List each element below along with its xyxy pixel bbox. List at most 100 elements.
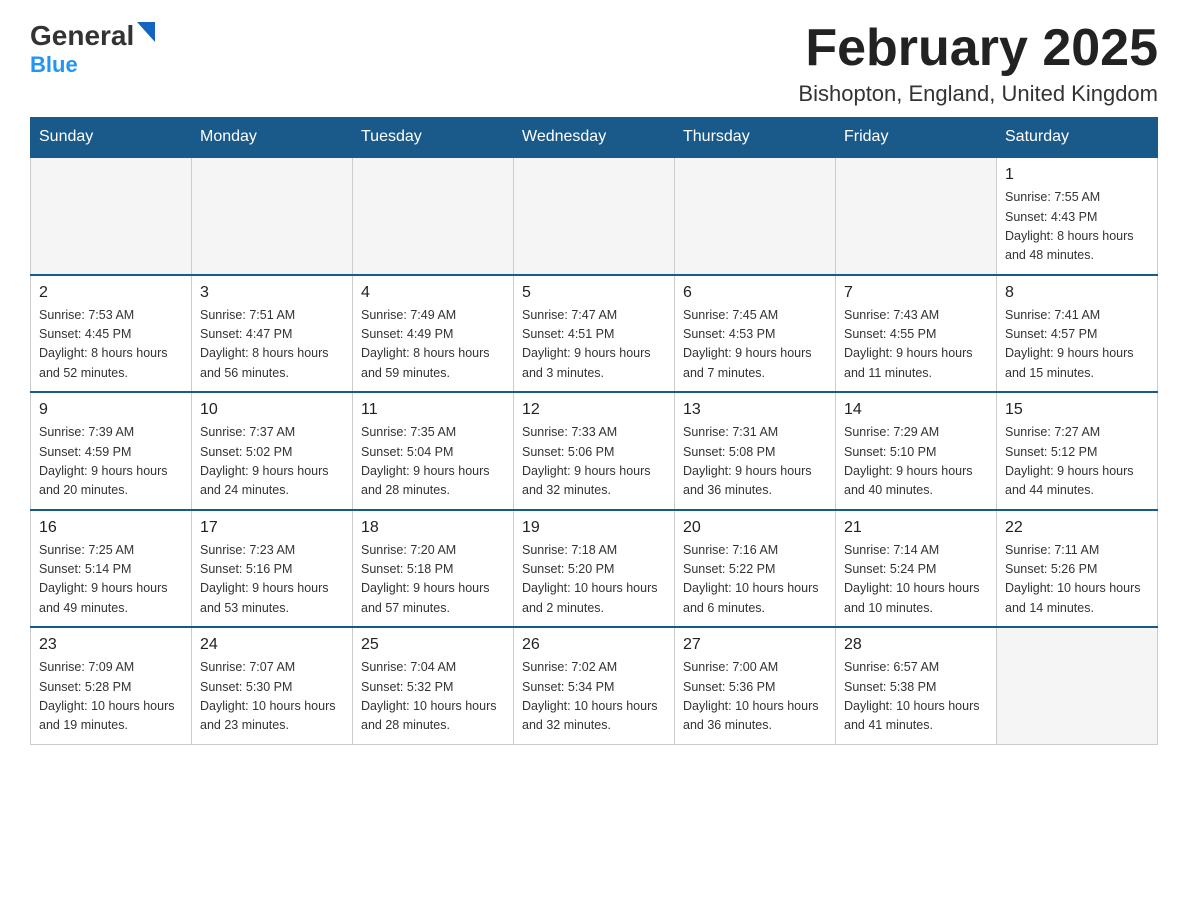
calendar-cell: 6Sunrise: 7:45 AMSunset: 4:53 PMDaylight… (675, 275, 836, 393)
day-number: 7 (844, 284, 988, 302)
day-info: Sunrise: 7:11 AMSunset: 5:26 PMDaylight:… (1005, 541, 1149, 619)
day-info: Sunrise: 7:35 AMSunset: 5:04 PMDaylight:… (361, 423, 505, 501)
day-info: Sunrise: 7:49 AMSunset: 4:49 PMDaylight:… (361, 306, 505, 384)
day-info: Sunrise: 7:02 AMSunset: 5:34 PMDaylight:… (522, 658, 666, 736)
day-info: Sunrise: 7:27 AMSunset: 5:12 PMDaylight:… (1005, 423, 1149, 501)
day-number: 8 (1005, 284, 1149, 302)
calendar-cell: 8 Sunrise: 7:41 AMSunset: 4:57 PMDaylight… (997, 275, 1158, 393)
calendar-cell (514, 157, 675, 275)
week-row-4: 16 Sunrise: 7:25 AMSunset: 5:14 PMDayligh… (31, 510, 1158, 628)
day-info: Sunrise: 7:16 AMSunset: 5:22 PMDaylight:… (683, 541, 827, 619)
day-number: 21 (844, 519, 988, 537)
page-header: General Blue February 2025 Bishopton, En… (30, 20, 1158, 107)
weekday-header-sunday: Sunday (31, 118, 192, 158)
calendar-cell: 7Sunrise: 7:43 AMSunset: 4:55 PMDaylight… (836, 275, 997, 393)
calendar-cell: 11 Sunrise: 7:35 AMSunset: 5:04 PMDayligh… (353, 392, 514, 510)
day-number: 10 (200, 401, 344, 419)
day-number: 22 (1005, 519, 1149, 537)
day-number: 27 (683, 636, 827, 654)
day-number: 2 (39, 284, 183, 302)
day-info: Sunrise: 7:47 AMSunset: 4:51 PMDaylight:… (522, 306, 666, 384)
day-info: Sunrise: 7:41 AMSunset: 4:57 PMDaylight:… (1005, 306, 1149, 384)
weekday-header-friday: Friday (836, 118, 997, 158)
calendar-cell: 27 Sunrise: 7:00 AMSunset: 5:36 PMDayligh… (675, 627, 836, 744)
logo-blue-text: Blue (30, 52, 78, 78)
calendar-cell: 17 Sunrise: 7:23 AMSunset: 5:16 PMDayligh… (192, 510, 353, 628)
day-info: Sunrise: 7:31 AMSunset: 5:08 PMDaylight:… (683, 423, 827, 501)
day-info: Sunrise: 7:09 AMSunset: 5:28 PMDaylight:… (39, 658, 183, 736)
calendar-cell: 13 Sunrise: 7:31 AMSunset: 5:08 PMDayligh… (675, 392, 836, 510)
logo-arrow-icon (137, 22, 155, 47)
day-info: Sunrise: 7:33 AMSunset: 5:06 PMDaylight:… (522, 423, 666, 501)
day-number: 26 (522, 636, 666, 654)
calendar-cell (675, 157, 836, 275)
month-title: February 2025 (798, 20, 1158, 77)
calendar-cell (31, 157, 192, 275)
day-info: Sunrise: 7:23 AMSunset: 5:16 PMDaylight:… (200, 541, 344, 619)
day-info: Sunrise: 7:39 AMSunset: 4:59 PMDaylight:… (39, 423, 183, 501)
weekday-header-row: SundayMondayTuesdayWednesdayThursdayFrid… (31, 118, 1158, 158)
calendar-cell: 3 Sunrise: 7:51 AMSunset: 4:47 PMDaylight… (192, 275, 353, 393)
day-number: 12 (522, 401, 666, 419)
calendar-cell: 9 Sunrise: 7:39 AMSunset: 4:59 PMDaylight… (31, 392, 192, 510)
calendar-cell: 1 Sunrise: 7:55 AMSunset: 4:43 PMDaylight… (997, 157, 1158, 275)
calendar-cell: 10 Sunrise: 7:37 AMSunset: 5:02 PMDayligh… (192, 392, 353, 510)
logo-general-text: General (30, 20, 134, 52)
day-number: 17 (200, 519, 344, 537)
day-info: Sunrise: 7:53 AMSunset: 4:45 PMDaylight:… (39, 306, 183, 384)
day-info: Sunrise: 7:29 AMSunset: 5:10 PMDaylight:… (844, 423, 988, 501)
calendar-cell (836, 157, 997, 275)
day-number: 13 (683, 401, 827, 419)
weekday-header-wednesday: Wednesday (514, 118, 675, 158)
day-info: Sunrise: 7:51 AMSunset: 4:47 PMDaylight:… (200, 306, 344, 384)
day-info: Sunrise: 7:20 AMSunset: 5:18 PMDaylight:… (361, 541, 505, 619)
calendar-cell: 4 Sunrise: 7:49 AMSunset: 4:49 PMDaylight… (353, 275, 514, 393)
day-info: Sunrise: 7:37 AMSunset: 5:02 PMDaylight:… (200, 423, 344, 501)
weekday-header-tuesday: Tuesday (353, 118, 514, 158)
calendar-cell: 25 Sunrise: 7:04 AMSunset: 5:32 PMDayligh… (353, 627, 514, 744)
day-info: Sunrise: 7:18 AMSunset: 5:20 PMDaylight:… (522, 541, 666, 619)
calendar-cell: 5Sunrise: 7:47 AMSunset: 4:51 PMDaylight… (514, 275, 675, 393)
calendar-cell (192, 157, 353, 275)
day-number: 1 (1005, 166, 1149, 184)
calendar-cell: 28Sunrise: 6:57 AMSunset: 5:38 PMDayligh… (836, 627, 997, 744)
day-info: Sunrise: 7:04 AMSunset: 5:32 PMDaylight:… (361, 658, 505, 736)
calendar-cell (353, 157, 514, 275)
calendar-cell: 2 Sunrise: 7:53 AMSunset: 4:45 PMDaylight… (31, 275, 192, 393)
day-info: Sunrise: 7:25 AMSunset: 5:14 PMDaylight:… (39, 541, 183, 619)
day-number: 24 (200, 636, 344, 654)
day-number: 18 (361, 519, 505, 537)
week-row-1: 1 Sunrise: 7:55 AMSunset: 4:43 PMDaylight… (31, 157, 1158, 275)
weekday-header-monday: Monday (192, 118, 353, 158)
day-number: 25 (361, 636, 505, 654)
day-number: 15 (1005, 401, 1149, 419)
day-info: Sunrise: 7:55 AMSunset: 4:43 PMDaylight:… (1005, 188, 1149, 266)
calendar-cell: 26 Sunrise: 7:02 AMSunset: 5:34 PMDayligh… (514, 627, 675, 744)
calendar-cell: 23 Sunrise: 7:09 AMSunset: 5:28 PMDayligh… (31, 627, 192, 744)
day-info: Sunrise: 7:45 AMSunset: 4:53 PMDaylight:… (683, 306, 827, 384)
calendar-cell: 12 Sunrise: 7:33 AMSunset: 5:06 PMDayligh… (514, 392, 675, 510)
calendar-cell: 21 Sunrise: 7:14 AMSunset: 5:24 PMDayligh… (836, 510, 997, 628)
calendar-cell: 15 Sunrise: 7:27 AMSunset: 5:12 PMDayligh… (997, 392, 1158, 510)
calendar-cell: 19Sunrise: 7:18 AMSunset: 5:20 PMDayligh… (514, 510, 675, 628)
day-info: Sunrise: 6:57 AMSunset: 5:38 PMDaylight:… (844, 658, 988, 736)
day-number: 14 (844, 401, 988, 419)
calendar-cell: 14 Sunrise: 7:29 AMSunset: 5:10 PMDayligh… (836, 392, 997, 510)
day-number: 23 (39, 636, 183, 654)
day-number: 9 (39, 401, 183, 419)
day-info: Sunrise: 7:00 AMSunset: 5:36 PMDaylight:… (683, 658, 827, 736)
day-number: 11 (361, 401, 505, 419)
day-number: 16 (39, 519, 183, 537)
week-row-3: 9 Sunrise: 7:39 AMSunset: 4:59 PMDaylight… (31, 392, 1158, 510)
calendar-cell: 20 Sunrise: 7:16 AMSunset: 5:22 PMDayligh… (675, 510, 836, 628)
day-number: 3 (200, 284, 344, 302)
day-number: 4 (361, 284, 505, 302)
calendar-cell: 18 Sunrise: 7:20 AMSunset: 5:18 PMDayligh… (353, 510, 514, 628)
day-number: 20 (683, 519, 827, 537)
logo: General Blue (30, 20, 155, 78)
calendar-cell (997, 627, 1158, 744)
calendar-cell: 16 Sunrise: 7:25 AMSunset: 5:14 PMDayligh… (31, 510, 192, 628)
calendar-cell: 24Sunrise: 7:07 AMSunset: 5:30 PMDayligh… (192, 627, 353, 744)
day-info: Sunrise: 7:14 AMSunset: 5:24 PMDaylight:… (844, 541, 988, 619)
title-area: February 2025 Bishopton, England, United… (798, 20, 1158, 107)
